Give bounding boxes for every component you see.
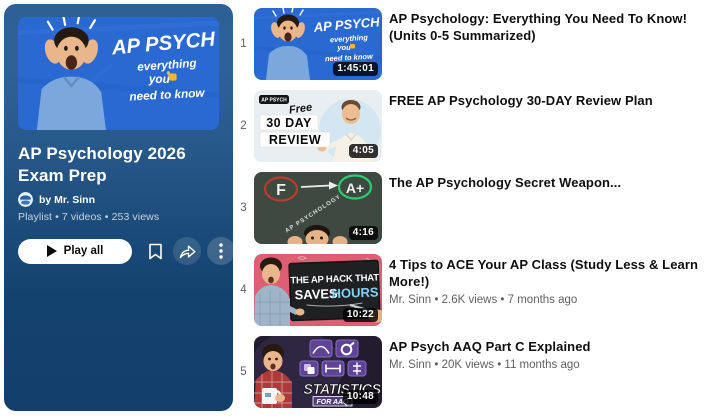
thumb2-badge-text: AP PSYCH [261,98,287,104]
video-thumbnail-4[interactable]: THE AP HACK THAT SAVES HOURS 10:22 [254,254,382,326]
playlist-panel: AP PSYCH everything you need to know AP … [4,4,235,411]
video-row-4[interactable]: 4 THE AP HACK THAT SAVES HOURS 10:22 4 T… [233,254,707,326]
channel-avatar[interactable] [18,192,33,207]
thumb3-grade-a-text: A+ [346,180,364,196]
share-icon [179,245,195,258]
video-title[interactable]: 4 Tips to ACE Your AP Class (Study Less … [389,256,707,290]
video-index: 3 [240,202,247,214]
video-thumbnail-3[interactable]: F A+ AP PSYCHOLOGY 4:16 [254,172,382,244]
video-index: 2 [240,120,247,132]
video-index: 4 [240,284,247,296]
duration-badge: 4:05 [348,144,378,158]
video-row-2[interactable]: 2 AP PSYCH Free 30 DAY REVIEW 4:05 FREE … [233,90,707,162]
thumb2-big1-text: 30 DAY [266,116,312,130]
playlist-cover-art: AP PSYCH everything you need to know [18,17,219,130]
video-title[interactable]: AP Psych AAQ Part C Explained [389,338,591,355]
duration-badge: 10:48 [342,390,378,404]
video-meta: Mr. Sinn • 2.6K views • 7 months ago [389,294,578,306]
video-row-5[interactable]: 5 STATISTICS FOR AAQ 10:48 AP Psych AAQ … [233,336,707,408]
playlist-cover-thumbnail[interactable]: AP PSYCH everything you need to know [18,17,219,130]
play-all-button[interactable]: Play all [18,238,132,264]
playlist-owner-label: by Mr. Sinn [39,193,96,206]
duration-badge: 1:45:01 [333,62,378,76]
thumb1-line2-text: you [336,43,351,52]
save-playlist-button[interactable] [141,237,169,265]
video-title[interactable]: The AP Psychology Secret Weapon... [389,174,621,191]
playlist-actions: Play all [18,237,235,265]
video-title[interactable]: AP Psychology: Everything You Need To Kn… [389,10,707,44]
duration-badge: 4:16 [348,226,378,240]
thumb4-hours-text: HOURS [331,284,379,301]
video-row-1[interactable]: 1 AP PSYCH everything you need to know 1… [233,8,707,80]
thumb2-big2-text: REVIEW [269,133,321,147]
playlist-video-list: 1 AP PSYCH everything you need to know 1… [233,8,707,418]
share-playlist-button[interactable] [173,237,201,265]
thumb3-grade-f-text: F [276,182,286,199]
video-thumbnail-2[interactable]: AP PSYCH Free 30 DAY REVIEW 4:05 [254,90,382,162]
duration-badge: 10:22 [342,308,378,322]
thumbs-up-icon [350,44,355,49]
video-index: 5 [240,366,247,378]
channel-avatar-icon [18,192,33,207]
video-meta: Mr. Sinn • 20K views • 11 months ago [389,359,580,371]
video-index: 1 [240,38,247,50]
video-row-3[interactable]: 3 F A+ AP PSYCHOLOGY 4:16 The AP Psychol… [233,172,707,244]
more-actions-button[interactable] [207,237,235,265]
video-thumbnail-1[interactable]: AP PSYCH everything you need to know 1:4… [254,8,382,80]
playlist-title[interactable]: AP Psychology 2026 Exam Prep [18,143,222,187]
video-title[interactable]: FREE AP Psychology 30-DAY Review Plan [389,92,653,109]
playlist-byline[interactable]: by Mr. Sinn [18,192,95,207]
cover-line2-text: you [148,73,170,86]
video-thumbnail-5[interactable]: STATISTICS FOR AAQ 10:48 [254,336,382,408]
play-icon [46,245,57,257]
kebab-menu-icon [219,243,223,259]
playlist-stats: Playlist • 7 videos • 253 views [18,211,160,223]
play-all-label: Play all [63,245,104,257]
bookmark-icon [148,243,162,259]
